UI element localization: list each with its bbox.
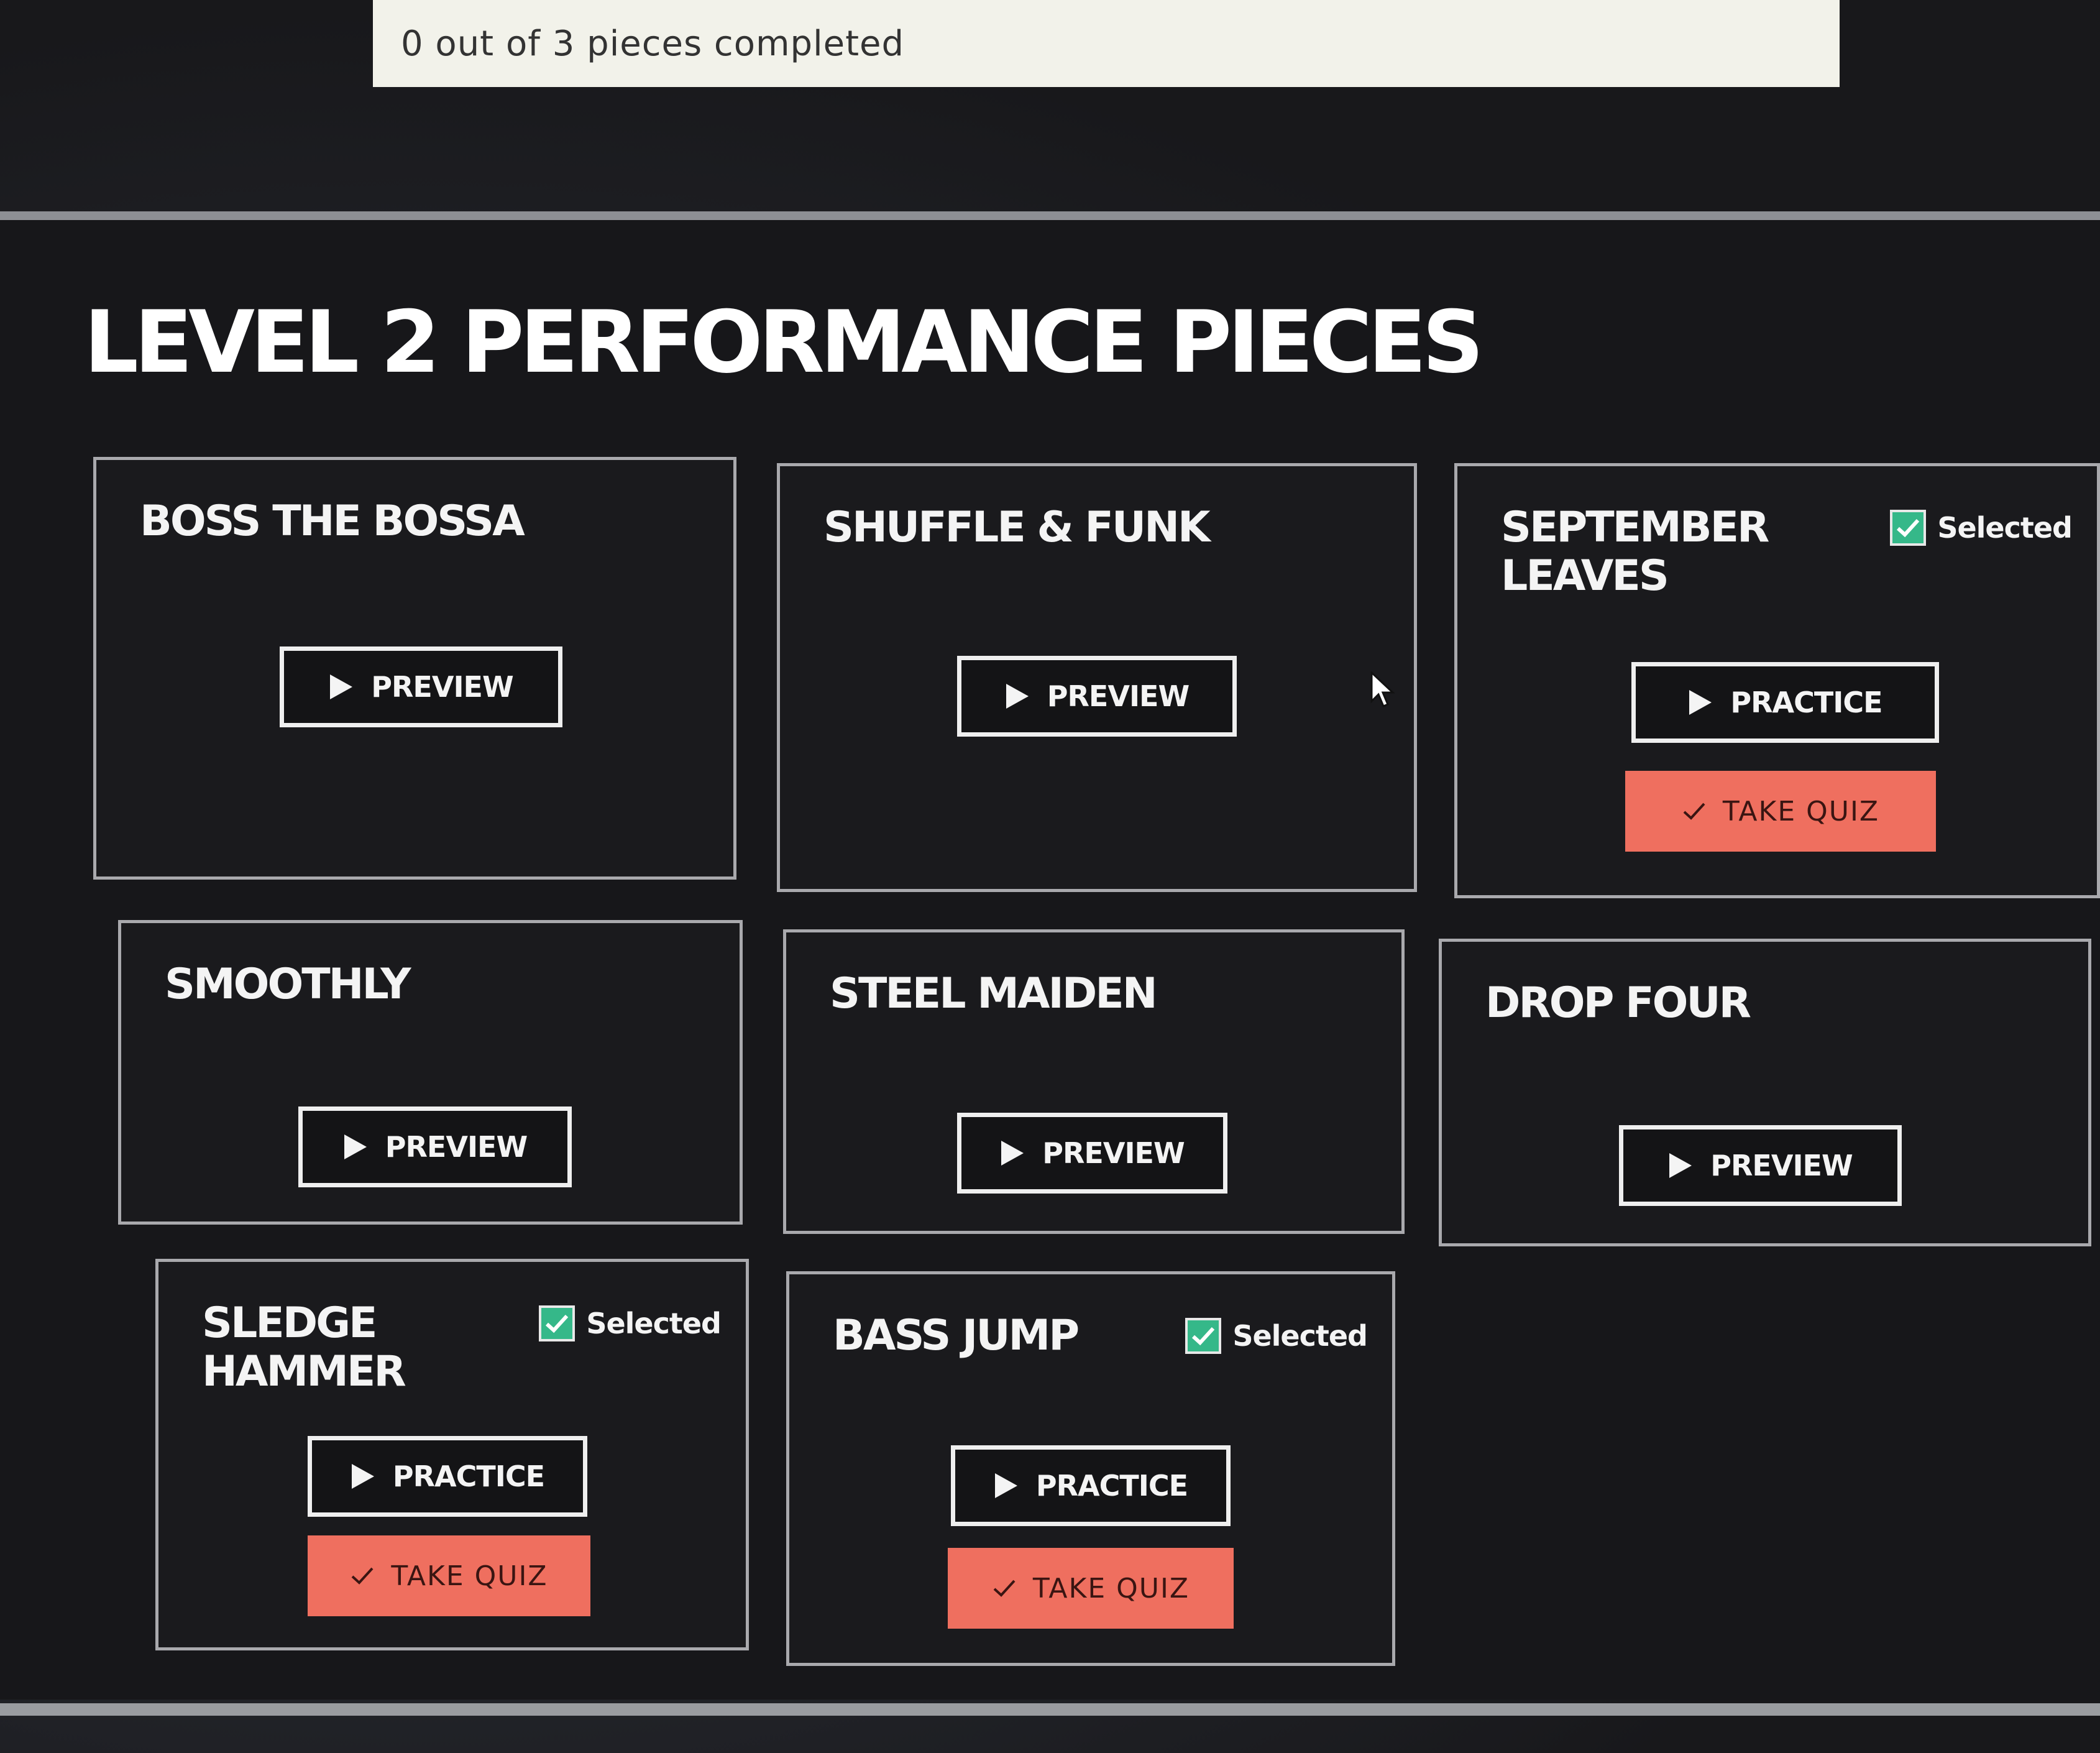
piece-card-bass-jump: BASS JUMP Selected PRACTICE TAKE QUIZ <box>786 1271 1395 1666</box>
take-quiz-button[interactable]: TAKE QUIZ <box>948 1548 1234 1629</box>
check-icon <box>352 1567 374 1585</box>
preview-button[interactable]: PREVIEW <box>957 656 1237 737</box>
piece-card-september-leaves: SEPTEMBER LEAVES Selected PRACTICE TAKE … <box>1454 463 2100 898</box>
preview-button[interactable]: PREVIEW <box>957 1113 1227 1194</box>
top-divider <box>0 211 2100 220</box>
progress-bar: 0 out of 3 pieces completed <box>373 0 1840 87</box>
piece-title: BOSS THE BOSSA <box>140 497 525 546</box>
piece-title: STEEL MAIDEN <box>830 969 1158 1018</box>
piece-title: SEPTEMBER LEAVES <box>1501 503 1769 600</box>
piece-title: DROP FOUR <box>1485 978 1751 1028</box>
practice-label: PRACTICE <box>1035 1469 1188 1502</box>
app-screen: 0 out of 3 pieces completed LEVEL 2 PERF… <box>0 0 2100 1753</box>
practice-label: PRACTICE <box>1730 686 1882 719</box>
take-quiz-button[interactable]: TAKE QUIZ <box>308 1535 590 1616</box>
preview-label: PREVIEW <box>1042 1136 1185 1170</box>
play-icon <box>1006 684 1029 709</box>
piece-title: BASS JUMP <box>833 1311 1080 1360</box>
preview-label: PREVIEW <box>371 670 513 704</box>
play-icon <box>351 1464 374 1489</box>
play-icon <box>994 1473 1017 1498</box>
selected-indicator[interactable]: Selected <box>539 1305 722 1341</box>
play-icon <box>344 1134 367 1159</box>
play-icon <box>1689 690 1712 715</box>
check-icon <box>993 1580 1016 1597</box>
piece-title: SLEDGE HAMMER <box>202 1299 406 1396</box>
take-quiz-label: TAKE QUIZ <box>1722 795 1880 827</box>
take-quiz-label: TAKE QUIZ <box>1032 1572 1190 1604</box>
practice-label: PRACTICE <box>392 1460 545 1493</box>
page-title: LEVEL 2 PERFORMANCE PIECES <box>84 292 1484 392</box>
selected-indicator[interactable]: Selected <box>1185 1318 1368 1354</box>
selected-indicator[interactable]: Selected <box>1890 510 2073 546</box>
piece-card-sledge-hammer: SLEDGE HAMMER Selected PRACTICE TAKE QUI… <box>155 1259 749 1650</box>
preview-label: PREVIEW <box>1710 1149 1853 1182</box>
selected-label: Selected <box>1937 511 2073 545</box>
piece-card-shuffle-and-funk: SHUFFLE & FUNK PREVIEW <box>777 463 1417 892</box>
checkbox-checked-icon[interactable] <box>539 1305 575 1341</box>
piece-card-smoothly: SMOOTHLY PREVIEW <box>118 920 743 1225</box>
piece-title: SMOOTHLY <box>165 960 411 1009</box>
check-icon <box>1683 803 1705 820</box>
practice-button[interactable]: PRACTICE <box>951 1445 1231 1526</box>
piece-card-steel-maiden: STEEL MAIDEN PREVIEW <box>783 929 1405 1234</box>
selected-label: Selected <box>1232 1319 1368 1353</box>
take-quiz-button[interactable]: TAKE QUIZ <box>1625 771 1936 852</box>
play-icon <box>1001 1141 1024 1166</box>
practice-button[interactable]: PRACTICE <box>1631 662 1939 743</box>
play-icon <box>1669 1153 1692 1178</box>
preview-button[interactable]: PREVIEW <box>1619 1125 1902 1206</box>
progress-text: 0 out of 3 pieces completed <box>401 23 905 64</box>
piece-title: SHUFFLE & FUNK <box>823 503 1211 552</box>
mouse-cursor-icon <box>1370 671 1395 707</box>
practice-button[interactable]: PRACTICE <box>308 1436 587 1517</box>
preview-button[interactable]: PREVIEW <box>298 1107 572 1187</box>
piece-card-boss-the-bossa: BOSS THE BOSSA PREVIEW <box>93 457 736 880</box>
selected-label: Selected <box>586 1307 722 1340</box>
bottom-divider <box>0 1703 2100 1716</box>
take-quiz-label: TAKE QUIZ <box>391 1560 548 1592</box>
checkbox-checked-icon[interactable] <box>1185 1318 1222 1354</box>
piece-card-drop-four: DROP FOUR PREVIEW <box>1439 939 2091 1246</box>
play-icon <box>330 674 353 699</box>
preview-label: PREVIEW <box>1047 679 1190 713</box>
preview-label: PREVIEW <box>385 1130 528 1164</box>
preview-button[interactable]: PREVIEW <box>280 646 562 727</box>
checkbox-checked-icon[interactable] <box>1890 510 1927 546</box>
